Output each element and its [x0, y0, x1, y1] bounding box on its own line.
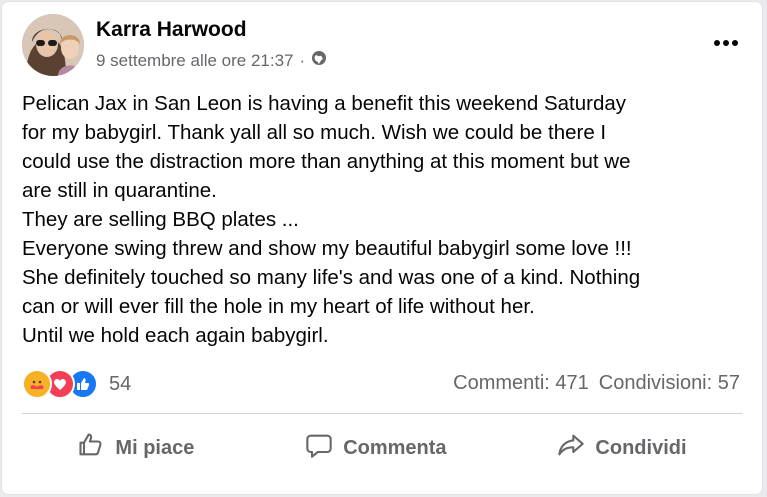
post-card: Karra Harwood 9 settembre alle ore 21:37… — [2, 2, 762, 494]
post-stats: 54 Commenti: 471 Condivisioni: 57 — [22, 367, 742, 401]
share-icon — [557, 431, 585, 465]
reaction-count[interactable]: 54 — [109, 373, 131, 396]
timestamp[interactable]: 9 settembre alle ore 21:37 — [96, 51, 294, 71]
comment-icon — [305, 431, 333, 465]
author-name[interactable]: Karra Harwood — [96, 18, 247, 42]
meta-separator: · — [299, 50, 306, 70]
post-text-line: are still in quarantine. — [22, 179, 217, 202]
post-text: Pelican Jax in San Leon is having a bene… — [22, 89, 747, 350]
engagement-counts: Commenti: 471 Condivisioni: 57 — [453, 372, 740, 395]
shares-count[interactable]: Condivisioni: 57 — [599, 372, 740, 395]
post-text-line: for my babygirl. Thank yall all so much.… — [22, 121, 607, 144]
post-text-line: Pelican Jax in San Leon is having a bene… — [22, 92, 626, 115]
avatar[interactable] — [22, 14, 84, 76]
post-actions: Mi piace Commenta Condividi — [22, 422, 742, 474]
globe-icon[interactable] — [311, 50, 327, 71]
share-label: Condividi — [595, 436, 687, 459]
like-button[interactable]: Mi piace — [63, 423, 208, 473]
like-label: Mi piace — [115, 436, 195, 459]
post-text-line: can or will ever fill the hole in my hea… — [22, 295, 535, 318]
thumbs-up-icon — [77, 431, 105, 465]
comment-label: Commenta — [343, 436, 447, 459]
post-header: Karra Harwood 9 settembre alle ore 21:37… — [22, 14, 742, 76]
comment-button[interactable]: Commenta — [291, 423, 460, 473]
more-horizontal-icon[interactable] — [706, 28, 746, 58]
post-text-line: Everyone swing threw and show my beautif… — [22, 237, 632, 260]
share-button[interactable]: Condividi — [543, 423, 700, 473]
divider — [22, 413, 742, 414]
care-reaction-icon — [22, 369, 52, 399]
comments-count[interactable]: Commenti: 471 — [453, 372, 589, 395]
reactions-summary[interactable]: 54 — [22, 369, 131, 399]
post-text-line: They are selling BBQ plates ... — [22, 208, 299, 231]
post-text-line: could use the distraction more than anyt… — [22, 150, 631, 173]
post-text-line: She definitely touched so many life's an… — [22, 266, 641, 289]
post-meta: 9 settembre alle ore 21:37 · — [96, 50, 327, 71]
post-text-line: Until we hold each again babygirl. — [22, 324, 329, 347]
